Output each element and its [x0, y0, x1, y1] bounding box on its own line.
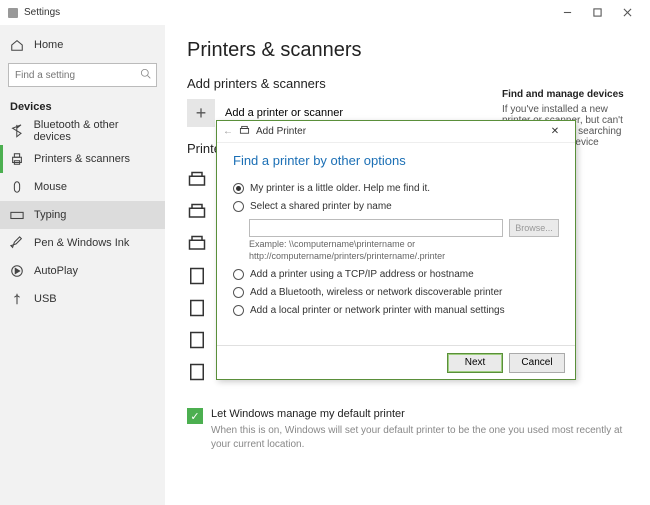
printer-name-input[interactable]: [249, 219, 503, 237]
radio-label: Select a shared printer by name: [250, 200, 392, 213]
window-title: Settings: [24, 7, 60, 18]
radio-icon: [233, 183, 244, 194]
radio-label: Add a printer using a TCP/IP address or …: [250, 268, 474, 281]
dialog-icon: [239, 125, 250, 139]
example-text: Example: \\computername\printername or h…: [249, 239, 559, 262]
sidebar-item-pen[interactable]: Pen & Windows Ink: [0, 229, 165, 257]
default-printer-toggle-row: ✓ Let Windows manage my default printer …: [187, 408, 628, 452]
sidebar-item-bluetooth[interactable]: Bluetooth & other devices: [0, 117, 165, 145]
radio-label: My printer is a little older. Help me fi…: [250, 182, 430, 195]
dialog-close-button[interactable]: ✕: [541, 126, 569, 137]
sidebar-search-input[interactable]: [8, 63, 157, 87]
maximize-button[interactable]: [582, 0, 612, 25]
document-icon: [187, 330, 207, 350]
radio-label: Add a Bluetooth, wireless or network dis…: [250, 286, 502, 299]
back-icon[interactable]: ←: [223, 126, 233, 137]
app-icon: [8, 8, 18, 18]
page-title: Printers & scanners: [187, 39, 628, 62]
sidebar-home[interactable]: Home: [0, 31, 165, 59]
sidebar-item-label: Pen & Windows Ink: [34, 237, 129, 249]
minimize-button[interactable]: [552, 0, 582, 25]
document-icon: [187, 362, 207, 382]
document-icon: [187, 298, 207, 318]
close-button[interactable]: [612, 0, 642, 25]
printer-icon: [187, 234, 207, 254]
radio-option-shared[interactable]: Select a shared printer by name: [233, 200, 559, 213]
sidebar: Home Devices Bluetooth & other devices P…: [0, 25, 165, 505]
sidebar-section-title: Devices: [0, 95, 165, 117]
sidebar-item-label: Mouse: [34, 181, 67, 193]
sidebar-item-label: Typing: [34, 209, 66, 221]
dialog-heading: Find a printer by other options: [233, 153, 559, 168]
play-icon: [10, 264, 24, 278]
checkbox-checked[interactable]: ✓: [187, 408, 203, 424]
radio-option-tcpip[interactable]: Add a printer using a TCP/IP address or …: [233, 268, 559, 281]
add-printer-dialog: ← Add Printer ✕ Find a printer by other …: [216, 120, 576, 380]
add-printer-label: Add a printer or scanner: [225, 107, 343, 119]
radio-icon: [233, 269, 244, 280]
sidebar-item-label: Printers & scanners: [34, 153, 130, 165]
printer-icon: [187, 170, 207, 190]
dialog-footer: Next Cancel: [217, 345, 575, 379]
sidebar-item-usb[interactable]: USB: [0, 285, 165, 313]
sidebar-item-printers[interactable]: Printers & scanners: [0, 145, 165, 173]
document-icon: [187, 266, 207, 286]
sidebar-item-autoplay[interactable]: AutoPlay: [0, 257, 165, 285]
radio-icon: [233, 305, 244, 316]
sidebar-item-label: Bluetooth & other devices: [34, 119, 155, 143]
bluetooth-icon: [10, 124, 24, 138]
help-heading: Find and manage devices: [502, 89, 632, 100]
sidebar-item-label: AutoPlay: [34, 265, 78, 277]
radio-icon: [233, 287, 244, 298]
usb-icon: [10, 292, 24, 306]
radio-label: Add a local printer or network printer w…: [250, 304, 505, 317]
sidebar-search-wrap: [8, 63, 157, 87]
printer-icon: [10, 152, 24, 166]
sidebar-item-mouse[interactable]: Mouse: [0, 173, 165, 201]
checkbox-label: Let Windows manage my default printer: [211, 408, 628, 420]
next-button[interactable]: Next: [447, 353, 503, 373]
dialog-body: Find a printer by other options My print…: [217, 143, 575, 345]
radio-option-older[interactable]: My printer is a little older. Help me fi…: [233, 182, 559, 195]
titlebar: Settings: [0, 0, 650, 25]
radio-icon: [233, 201, 244, 212]
dialog-titlebar: ← Add Printer ✕: [217, 121, 575, 143]
cancel-button[interactable]: Cancel: [509, 353, 565, 373]
sidebar-home-label: Home: [34, 39, 63, 51]
sidebar-item-label: USB: [34, 293, 57, 305]
checkbox-description: When this is on, Windows will set your d…: [211, 424, 628, 452]
sidebar-item-typing[interactable]: Typing: [0, 201, 165, 229]
keyboard-icon: [10, 208, 24, 222]
printer-icon: [187, 202, 207, 222]
browse-button[interactable]: Browse...: [509, 219, 559, 237]
search-icon: [140, 68, 151, 82]
radio-option-local[interactable]: Add a local printer or network printer w…: [233, 304, 559, 317]
pen-icon: [10, 236, 24, 250]
dialog-title: Add Printer: [256, 126, 306, 137]
mouse-icon: [10, 180, 24, 194]
home-icon: [10, 38, 24, 52]
radio-option-bluetooth[interactable]: Add a Bluetooth, wireless or network dis…: [233, 286, 559, 299]
plus-icon: +: [187, 99, 215, 127]
